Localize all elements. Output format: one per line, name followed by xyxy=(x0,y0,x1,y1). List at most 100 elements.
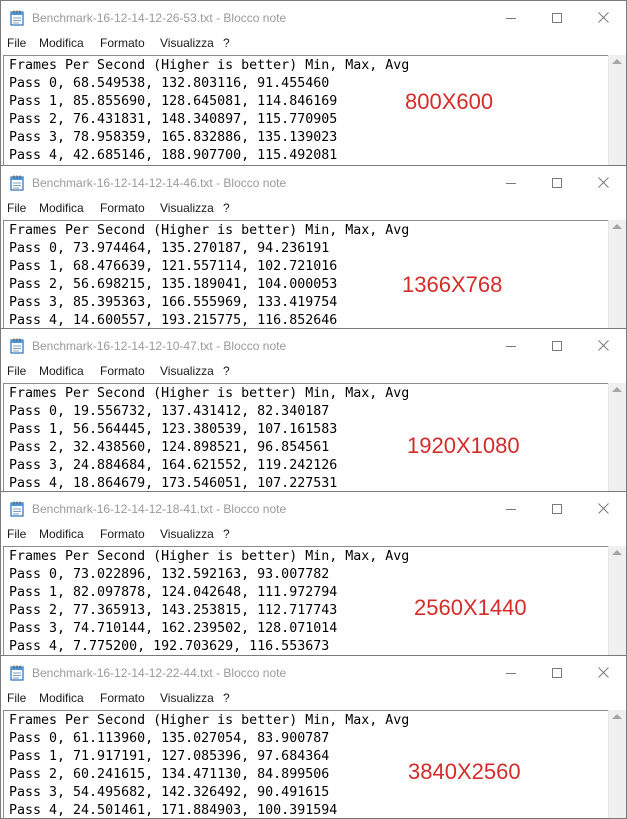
text-editor-area[interactable]: Frames Per Second (Higher is better) Min… xyxy=(3,220,608,328)
text-line-pass-2: Pass 2, 76.431831, 148.340897, 115.77090… xyxy=(9,112,338,127)
menu-visualizza[interactable]: Visualizza xyxy=(160,691,214,705)
window-title: Benchmark-16-12-14-12-10-47.txt - Blocco… xyxy=(32,339,287,353)
maximize-button[interactable] xyxy=(534,656,580,689)
minimize-button[interactable] xyxy=(488,1,534,34)
menu-file[interactable]: File xyxy=(7,527,26,541)
text-editor-area[interactable]: Frames Per Second (Higher is better) Min… xyxy=(3,546,608,655)
menu-visualizza[interactable]: Visualizza xyxy=(160,527,214,541)
vertical-scrollbar[interactable] xyxy=(608,383,626,491)
window-title: Benchmark-16-12-14-12-22-44.txt - Blocco… xyxy=(32,666,287,680)
menu-help[interactable]: ? xyxy=(223,527,230,541)
maximize-button[interactable] xyxy=(534,166,580,199)
title-bar[interactable]: Benchmark-16-12-14-12-22-44.txt - Blocco… xyxy=(1,656,626,689)
title-bar[interactable]: Benchmark-16-12-14-12-14-46.txt - Blocco… xyxy=(1,166,626,199)
vertical-scrollbar[interactable] xyxy=(608,710,626,818)
text-line-header: Frames Per Second (Higher is better) Min… xyxy=(9,386,410,401)
text-line-pass-4: Pass 4, 14.600557, 193.215775, 116.85264… xyxy=(9,313,338,328)
minimize-button[interactable] xyxy=(488,329,534,362)
notepad-window-3: Benchmark-16-12-14-12-10-47.txt - Blocco… xyxy=(0,328,627,492)
notepad-icon xyxy=(10,665,24,681)
scroll-up-arrow-icon[interactable] xyxy=(612,550,622,555)
menu-modifica[interactable]: Modifica xyxy=(39,36,84,50)
text-line-pass-4: Pass 4, 42.685146, 188.907700, 115.49208… xyxy=(9,148,338,163)
notepad-window-5: Benchmark-16-12-14-12-22-44.txt - Blocco… xyxy=(0,655,627,819)
notepad-icon xyxy=(10,10,24,26)
title-bar[interactable]: Benchmark-16-12-14-12-26-53.txt - Blocco… xyxy=(1,1,626,34)
close-button[interactable] xyxy=(580,1,626,34)
text-line-pass-0: Pass 0, 61.113960, 135.027054, 83.900787 xyxy=(9,731,330,746)
menu-modifica[interactable]: Modifica xyxy=(39,691,84,705)
text-line-header: Frames Per Second (Higher is better) Min… xyxy=(9,713,410,728)
menu-visualizza[interactable]: Visualizza xyxy=(160,364,214,378)
window-title: Benchmark-16-12-14-12-18-41.txt - Blocco… xyxy=(32,502,287,516)
text-editor-area[interactable]: Frames Per Second (Higher is better) Min… xyxy=(3,55,608,165)
resolution-label: 2560X1440 xyxy=(414,595,527,620)
minimize-button[interactable] xyxy=(488,492,534,525)
notepad-icon xyxy=(10,175,24,191)
text-line-header: Frames Per Second (Higher is better) Min… xyxy=(9,549,410,564)
maximize-button[interactable] xyxy=(534,1,580,34)
menu-help[interactable]: ? xyxy=(223,201,230,215)
notepad-window-2: Benchmark-16-12-14-12-14-46.txt - Blocco… xyxy=(0,165,627,329)
menu-formato[interactable]: Formato xyxy=(100,527,145,541)
text-line-pass-2: Pass 2, 32.438560, 124.898521, 96.854561 xyxy=(9,440,330,455)
scroll-up-arrow-icon[interactable] xyxy=(612,387,622,392)
text-line-pass-0: Pass 0, 73.974464, 135.270187, 94.236191 xyxy=(9,241,330,256)
scroll-up-arrow-icon[interactable] xyxy=(612,59,622,64)
maximize-button[interactable] xyxy=(534,492,580,525)
menu-bar: File Modifica Formato Visualizza ? xyxy=(1,362,626,382)
text-line-pass-3: Pass 3, 74.710144, 162.239502, 128.07101… xyxy=(9,621,338,636)
text-line-pass-3: Pass 3, 54.495682, 142.326492, 90.491615 xyxy=(9,785,330,800)
notepad-window-1: Benchmark-16-12-14-12-26-53.txt - Blocco… xyxy=(0,0,627,166)
menu-formato[interactable]: Formato xyxy=(100,691,145,705)
text-line-pass-0: Pass 0, 19.556732, 137.431412, 82.340187 xyxy=(9,404,330,419)
text-editor-area[interactable]: Frames Per Second (Higher is better) Min… xyxy=(3,710,608,818)
text-line-pass-1: Pass 1, 68.476639, 121.557114, 102.72101… xyxy=(9,259,338,274)
text-line-header: Frames Per Second (Higher is better) Min… xyxy=(9,58,410,73)
menu-visualizza[interactable]: Visualizza xyxy=(160,36,214,50)
menu-file[interactable]: File xyxy=(7,201,26,215)
menu-formato[interactable]: Formato xyxy=(100,201,145,215)
scroll-up-arrow-icon[interactable] xyxy=(612,714,622,719)
title-bar[interactable]: Benchmark-16-12-14-12-18-41.txt - Blocco… xyxy=(1,492,626,525)
menu-file[interactable]: File xyxy=(7,691,26,705)
vertical-scrollbar[interactable] xyxy=(608,55,626,165)
title-bar[interactable]: Benchmark-16-12-14-12-10-47.txt - Blocco… xyxy=(1,329,626,362)
menu-file[interactable]: File xyxy=(7,36,26,50)
close-button[interactable] xyxy=(580,492,626,525)
menu-bar: File Modifica Formato Visualizza ? xyxy=(1,525,626,545)
window-title: Benchmark-16-12-14-12-26-53.txt - Blocco… xyxy=(32,11,287,25)
menu-help[interactable]: ? xyxy=(223,691,230,705)
text-line-pass-4: Pass 4, 18.864679, 173.546051, 107.22753… xyxy=(9,476,338,491)
menu-visualizza[interactable]: Visualizza xyxy=(160,201,214,215)
minimize-button[interactable] xyxy=(488,166,534,199)
maximize-button[interactable] xyxy=(534,329,580,362)
vertical-scrollbar[interactable] xyxy=(608,546,626,655)
minimize-button[interactable] xyxy=(488,656,534,689)
menu-modifica[interactable]: Modifica xyxy=(39,201,84,215)
close-button[interactable] xyxy=(580,166,626,199)
text-line-pass-3: Pass 3, 85.395363, 166.555969, 133.41975… xyxy=(9,295,338,310)
text-line-pass-1: Pass 1, 71.917191, 127.085396, 97.684364 xyxy=(9,749,330,764)
text-line-pass-3: Pass 3, 24.884684, 164.621552, 119.24212… xyxy=(9,458,338,473)
scroll-up-arrow-icon[interactable] xyxy=(612,224,622,229)
menu-formato[interactable]: Formato xyxy=(100,36,145,50)
vertical-scrollbar[interactable] xyxy=(608,220,626,328)
menu-modifica[interactable]: Modifica xyxy=(39,364,84,378)
menu-formato[interactable]: Formato xyxy=(100,364,145,378)
text-editor-area[interactable]: Frames Per Second (Higher is better) Min… xyxy=(3,383,608,491)
text-line-pass-1: Pass 1, 85.855690, 128.645081, 114.84616… xyxy=(9,94,338,109)
text-line-pass-1: Pass 1, 82.097878, 124.042648, 111.97279… xyxy=(9,585,338,600)
menu-help[interactable]: ? xyxy=(223,36,230,50)
text-line-pass-4: Pass 4, 24.501461, 171.884903, 100.39159… xyxy=(9,803,338,818)
text-line-pass-0: Pass 0, 68.549538, 132.803116, 91.455460 xyxy=(9,76,330,91)
text-line-pass-1: Pass 1, 56.564445, 123.380539, 107.16158… xyxy=(9,422,338,437)
menu-modifica[interactable]: Modifica xyxy=(39,527,84,541)
resolution-label: 800X600 xyxy=(405,89,494,114)
close-button[interactable] xyxy=(580,656,626,689)
close-button[interactable] xyxy=(580,329,626,362)
menu-bar: File Modifica Formato Visualizza ? xyxy=(1,34,626,54)
menu-file[interactable]: File xyxy=(7,364,26,378)
menu-bar: File Modifica Formato Visualizza ? xyxy=(1,689,626,709)
menu-help[interactable]: ? xyxy=(223,364,230,378)
